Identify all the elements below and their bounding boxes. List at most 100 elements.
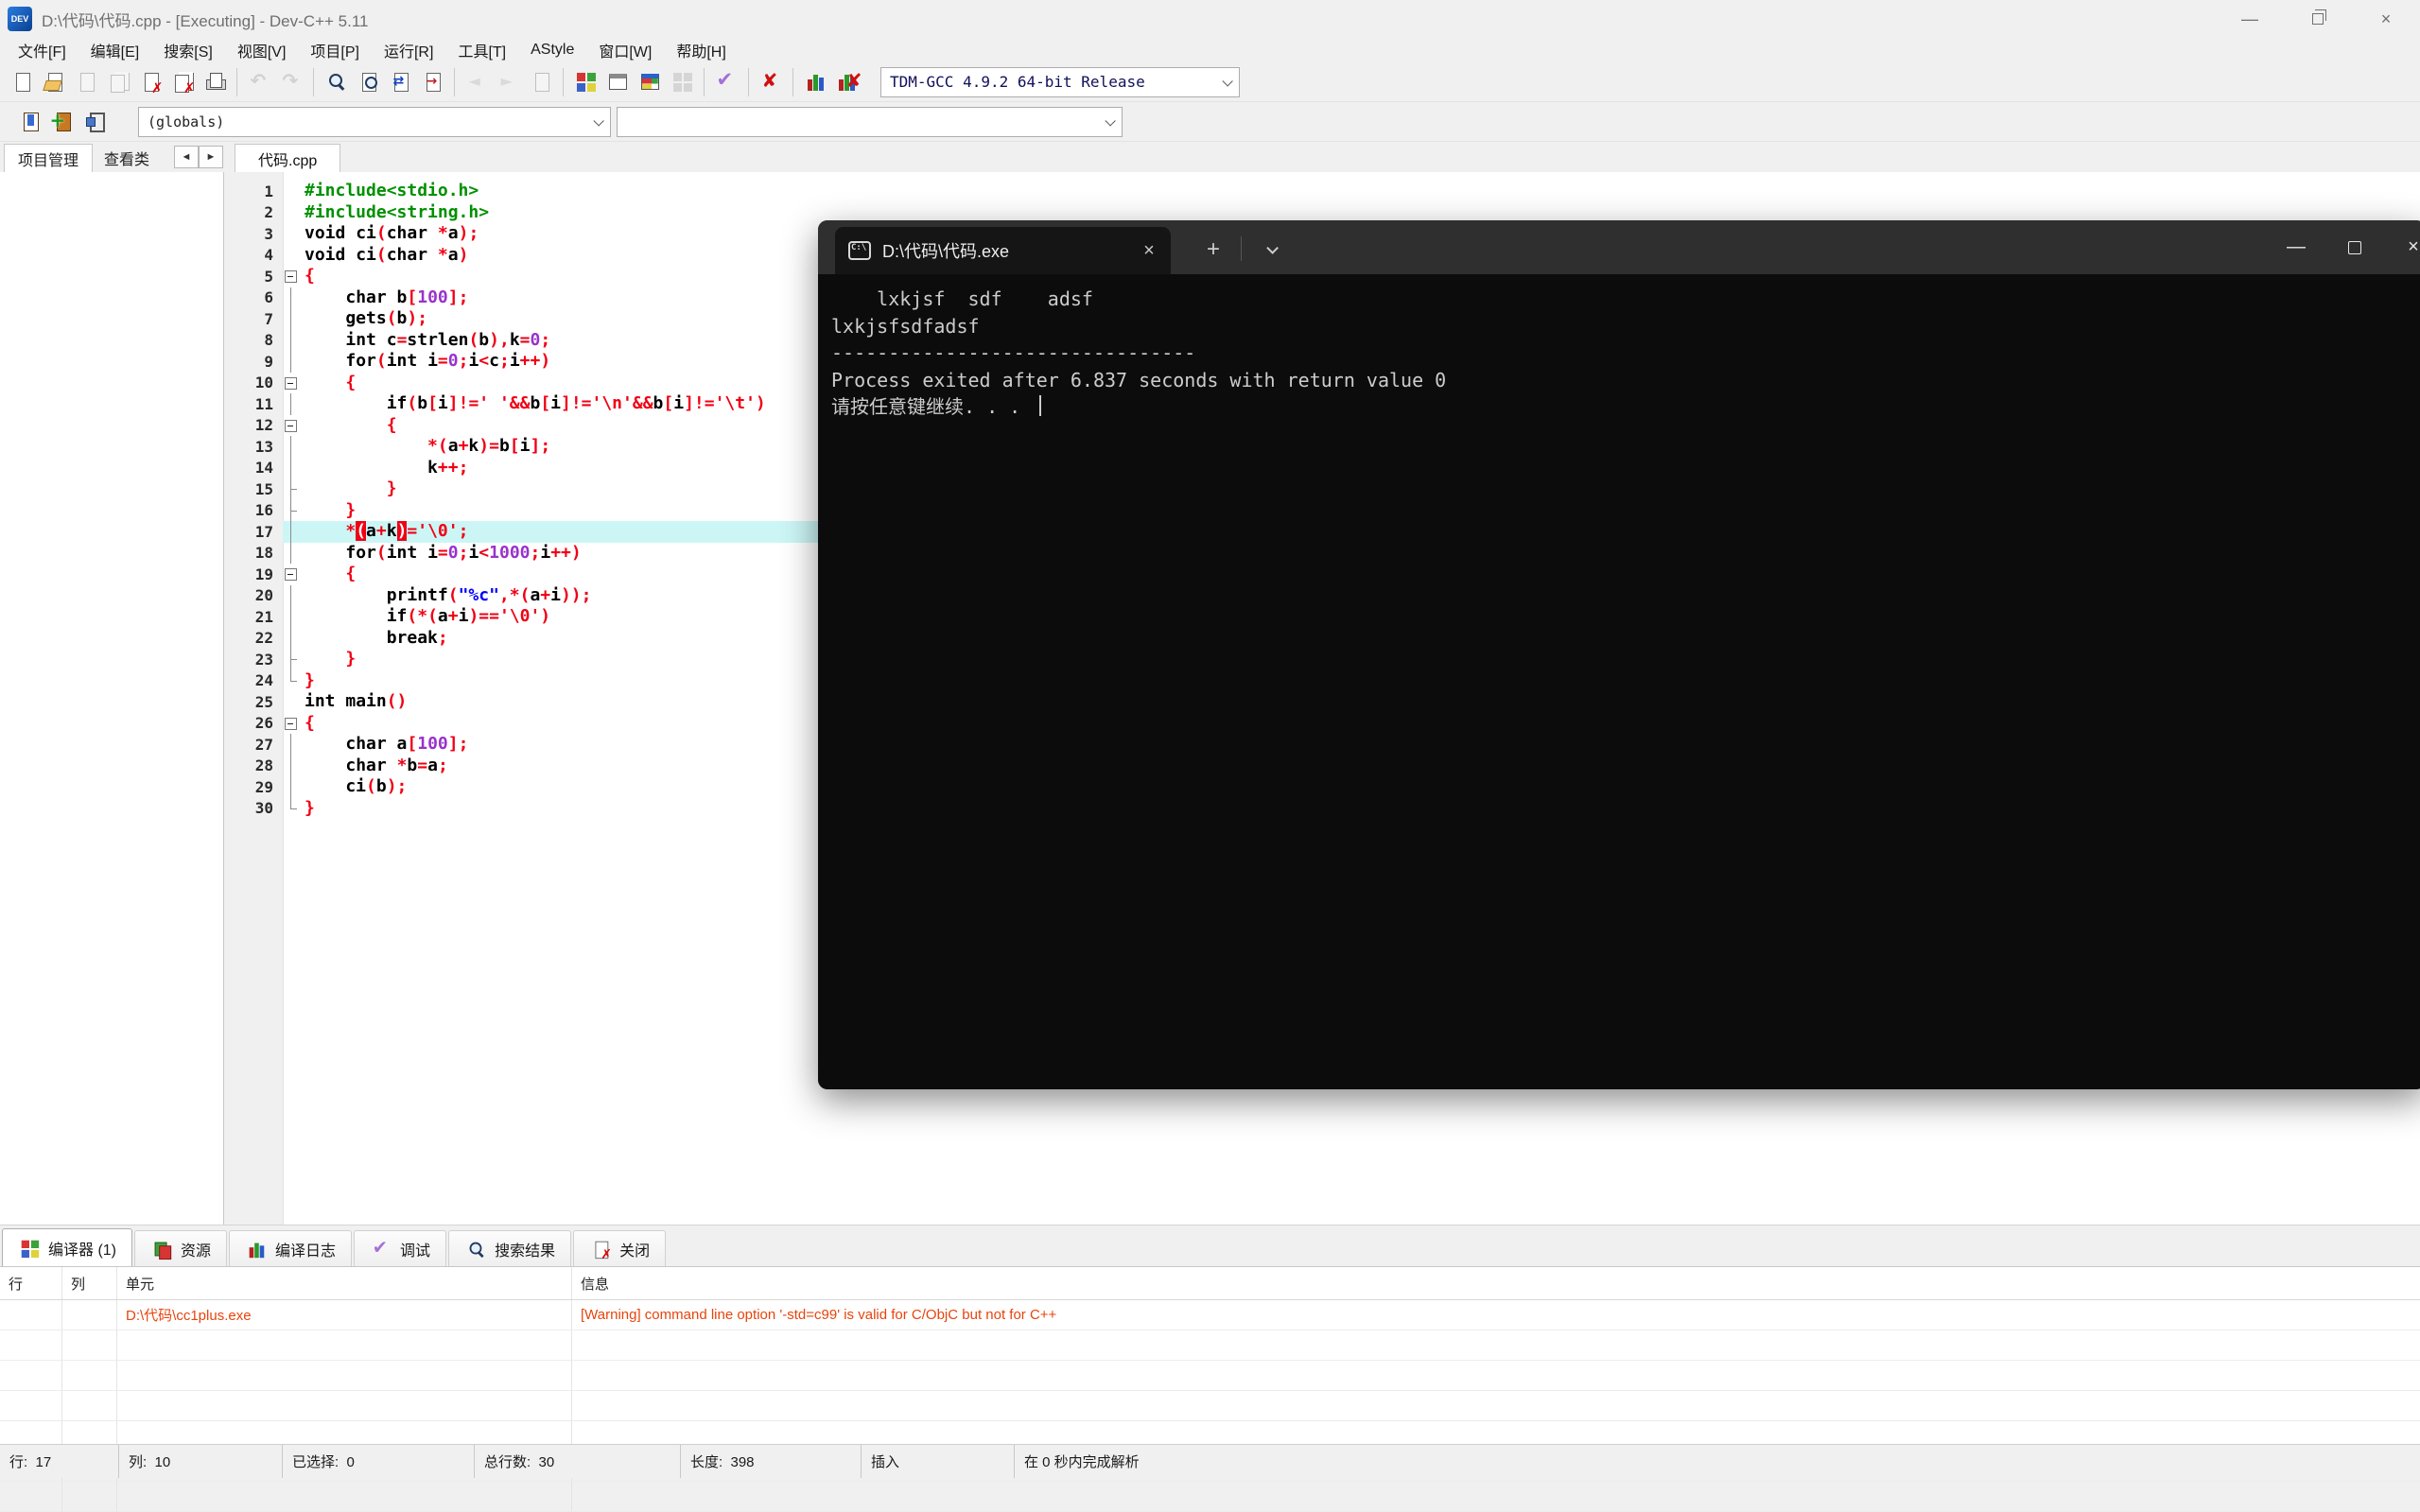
project-panel[interactable] [0,172,224,1225]
compile-button[interactable] [710,66,742,98]
fold-margin [283,436,300,458]
menu-item-8[interactable]: 窗口[W] [586,37,664,63]
tab-project-manager[interactable]: 项目管理 [4,144,94,172]
bottom-tab-1[interactable]: 资源 [134,1230,228,1266]
bottom-tab-3[interactable]: 调试 [354,1230,447,1266]
menu-item-3[interactable]: 视图[V] [225,37,299,63]
redo-icon [280,69,304,94]
new-project-button[interactable] [569,66,601,98]
fold-toggle-icon[interactable] [283,713,300,735]
close-file-button[interactable] [134,66,166,98]
menu-item-5[interactable]: 运行[R] [372,37,445,63]
fold-toggle-icon[interactable] [283,564,300,585]
toggle-panel-button[interactable] [78,106,110,138]
line-number: 30 [254,799,273,818]
maximize-icon [2348,240,2361,254]
console-minimize-button[interactable]: — [2267,220,2325,274]
minimize-button[interactable]: — [2216,0,2284,38]
menu-item-1[interactable]: 编辑[E] [78,37,152,63]
console-tab[interactable]: D:\代码\代码.exe × [835,227,1171,274]
line-number: 3 [264,224,273,243]
fold-toggle-icon[interactable] [283,266,300,287]
open-file-button[interactable] [38,66,70,98]
fold-margin [283,521,300,543]
menu-item-0[interactable]: 文件[F] [6,37,78,63]
table-row-empty [0,1361,2420,1391]
console-title-bar[interactable]: D:\代码\代码.exe × + — × [818,220,2420,274]
profile-analysis-button[interactable] [799,66,831,98]
add-watch-button[interactable] [45,106,78,138]
table-row[interactable]: D:\代码\cc1plus.exe [Warning] command line … [0,1300,2420,1330]
table-cell [572,1330,2420,1360]
fold-toggle-icon[interactable] [283,415,300,437]
devcpp-window: { "window": { "title": "D:\\代码\\代码.cpp -… [0,0,2420,1512]
console-output[interactable]: lxkjsf sdf adsf lxkjsfsdfadsf ------------… [818,274,2420,1089]
fold-margin [283,181,300,202]
console-line: lxkjsfsdfadsf [831,314,980,338]
member-select[interactable] [617,106,1123,137]
delete-profiling-button[interactable] [831,66,863,98]
fold-toggle-icon[interactable] [283,373,300,394]
column-header-1: 列 [62,1267,117,1299]
console-maximize-button[interactable] [2325,220,2384,274]
bottom-tab-4[interactable]: 搜索结果 [448,1230,572,1266]
tab-dropdown-button[interactable] [1251,233,1289,267]
view-unit-button[interactable] [13,106,45,138]
compiler-select-value: TDM-GCC 4.9.2 64-bit Release [890,73,1145,91]
tab-class-viewer[interactable]: 查看类 [91,144,163,172]
replace-button[interactable] [384,66,416,98]
close-all-button[interactable] [166,66,199,98]
tabs-row: 项目管理 查看类 ◄ ► 代码.cpp [0,142,2420,172]
compiler-select[interactable]: TDM-GCC 4.9.2 64-bit Release [880,66,1240,97]
toolbar-separator [792,67,793,96]
line-number: 10 [254,374,273,392]
bottom-tab-icon-grid4c [18,1237,41,1259]
menu-item-6[interactable]: 工具[T] [445,37,518,63]
bottom-tab-0[interactable]: 编译器 (1) [2,1228,133,1266]
fold-margin [283,245,300,267]
rebuild-all-button[interactable] [755,66,787,98]
restore-button[interactable] [2284,0,2352,38]
line-number: 21 [254,607,273,626]
column-header-0: 行 [0,1267,62,1299]
table-cell [62,1300,117,1330]
menu-item-2[interactable]: 搜索[S] [151,37,225,63]
table-cell [117,1330,572,1360]
line-number: 7 [264,309,273,328]
close-button[interactable]: × [2352,0,2420,38]
tab-scroll-left-icon[interactable]: ◄ [174,146,199,168]
line-number: 28 [254,756,273,775]
fold-margin [283,542,300,565]
fold-margin [283,351,300,373]
bottom-tab-icon-chart [245,1238,268,1260]
menu-item-4[interactable]: 项目[P] [298,37,372,63]
line-number: 16 [254,501,273,520]
editor-tab[interactable]: 代码.cpp [235,144,341,172]
console-close-button[interactable]: × [2384,220,2420,274]
new-file-button[interactable] [6,66,38,98]
tab-scroll-right-icon[interactable]: ► [199,146,223,168]
bottom-tab-5[interactable]: 关闭 [573,1230,667,1266]
main-toolbar: TDM-GCC 4.9.2 64-bit Release [0,62,2420,102]
globals-select[interactable]: (globals) [138,106,611,137]
status-bar: 行: 17 列: 10 已选择: 0 总行数: 30 长度: 398 插入在 0 秒内完成… [0,1444,2420,1478]
print-icon [203,70,227,94]
window-button[interactable] [601,66,634,98]
console-line: -------------------------------- [831,341,1196,364]
bottom-tab-2[interactable]: 编译日志 [229,1230,353,1266]
find-in-files-button[interactable] [352,66,384,98]
new-tab-button[interactable]: + [1194,233,1232,267]
bottom-tab-label: 调试 [400,1243,431,1260]
console-tab-close-icon[interactable]: × [1133,235,1165,266]
project-options-button[interactable] [634,66,666,98]
goto-line-button[interactable] [416,66,448,98]
save-all-icon [107,70,131,94]
print-button[interactable] [199,66,231,98]
window-layout-button[interactable] [666,66,698,98]
find-button[interactable] [320,66,352,98]
menu-item-7[interactable]: AStyle [518,40,586,61]
bottom-tab-label: 资源 [181,1243,212,1260]
toolbar-separator [313,67,314,96]
menu-item-9[interactable]: 帮助[H] [664,37,738,63]
delete-profiling-icon [835,69,862,94]
